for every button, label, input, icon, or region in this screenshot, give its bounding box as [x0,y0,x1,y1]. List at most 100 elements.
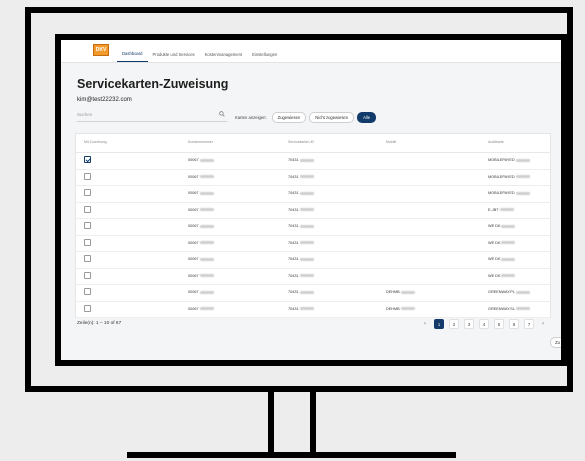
table-row[interactable]: 00067 70431 WE DK [76,218,550,236]
redacted-mask [299,241,314,244]
monitor-stand-base [127,452,456,458]
filter-assigned[interactable]: Zugewiesen [271,112,307,123]
service-card-id-cell: 70431 [288,257,314,261]
dkv-logo[interactable]: DKV [93,44,109,56]
col-assigned[interactable]: Mit Zuordnung [84,140,107,144]
table-row[interactable]: 00067 70431 MOBILEPAYED [76,185,550,203]
redacted-mask [515,191,530,195]
table-row[interactable]: 00067 70431 E-JBT [76,202,550,219]
table-row[interactable]: 00067 70431 MOBILEPAYED [76,152,550,170]
search-icon[interactable] [219,111,225,117]
pager-next-button[interactable]: › [539,320,547,328]
audit-card-cell: WE DK [488,257,516,261]
monitor-stand-neck [268,392,316,452]
col-mobil[interactable]: Mobilit [386,140,396,144]
service-card-id-cell: 70431 [288,224,314,228]
audit-card-cell: MOBILEPAYED [488,191,530,195]
redacted-mask [515,307,530,310]
pagination: ‹ 1 2 3 4 5 6 7 › [421,319,547,329]
service-card-id-cell-text: 70431 [288,306,299,311]
tab-dashboard[interactable]: Dashboard [117,51,148,62]
redacted-mask [515,175,530,178]
redacted-mask [299,307,314,310]
customer-number-cell-text: 00067 [188,273,199,278]
audit-card-cell-text: MOBILEPAYED [488,191,515,195]
audit-card-cell-text: GREENWAY.SL [488,306,515,311]
table-row[interactable]: 00067 70431 WE DK [76,268,550,285]
customer-number-cell-text: 00067 [188,306,199,311]
row-checkbox[interactable] [84,222,91,229]
redacted-mask [515,158,530,162]
search-input[interactable]: Suchen [77,112,92,117]
audit-card-cell-text: WE DK [488,273,501,278]
row-checkbox[interactable] [84,172,91,180]
search-field[interactable]: Suchen [77,111,227,122]
monitor-screen: DKV Dashboard Produkte und Services Kost… [55,34,567,366]
pager-page-5[interactable]: 5 [494,319,504,329]
row-checkbox[interactable] [84,255,91,262]
customer-number-cell: 00067 [188,241,214,245]
pager-page-6[interactable]: 6 [509,319,519,329]
pager-prev-button[interactable]: ‹ [421,320,429,328]
audit-card-cell: WE DK [488,241,516,245]
filter-all[interactable]: Alle [357,112,377,123]
col-customer-number[interactable]: Kundennummer [188,140,213,144]
service-card-id-cell-text: 70431 [288,273,299,278]
redacted-mask [499,208,514,211]
tab-cost-management[interactable]: Kostenmanagement [200,52,247,62]
corner-chip[interactable]: Zu [550,337,561,348]
customer-number-cell-text: 00067 [188,174,199,179]
mobil-cell-text: DEHMB [386,290,400,294]
service-card-id-cell-text: 70431 [288,158,299,162]
table-row[interactable]: 00067 70431 MOBILEPAYED [76,169,550,186]
redacted-mask [199,191,214,195]
service-card-id-cell: 70431 [288,208,314,212]
col-service-card-id[interactable]: Servicekarten-ID [288,140,314,144]
pager-page-7[interactable]: 7 [524,319,534,329]
row-checkbox[interactable] [84,205,91,213]
pager-page-2[interactable]: 2 [449,319,459,329]
customer-number-cell-text: 00067 [188,224,199,228]
mobil-cell-text: DEHMB [386,306,400,311]
audit-card-cell: GREENWAY.PL [488,290,530,294]
service-card-id-cell-text: 70431 [288,290,299,294]
audit-card-cell: WE DK [488,224,516,228]
redacted-mask [199,274,214,277]
pager-page-4[interactable]: 4 [479,319,489,329]
redacted-mask [400,307,415,310]
row-checkbox[interactable] [84,271,91,279]
service-card-id-cell: 70431 [288,274,314,278]
redacted-mask [199,290,214,294]
pager-page-3[interactable]: 3 [464,319,474,329]
row-checkbox[interactable] [84,238,91,246]
table-row[interactable]: 00067 70431 WE DK [76,235,550,252]
tab-settings[interactable]: Einstellungen [247,52,282,62]
customer-number-cell: 00067 [188,191,214,195]
row-checkbox[interactable] [84,304,91,312]
customer-number-cell: 00067 [188,175,214,179]
audit-card-cell-text: MOBILEPAYED [488,174,515,179]
audit-card-cell-text: GREENWAY.PL [488,290,515,294]
row-checkbox[interactable] [84,156,91,163]
pager-page-1[interactable]: 1 [434,319,444,329]
mobil-cell: DEHMB [386,290,415,294]
table-row[interactable]: 00067 70431 WE DK [76,251,550,269]
filter-unassigned[interactable]: Nicht zugewiesen [309,112,355,123]
row-checkbox[interactable] [84,189,91,196]
customer-number-cell: 00067 [188,290,214,294]
table-row[interactable]: 00067 70431 DEHMB GREENWAY.PL [76,284,550,302]
top-navigation: DKV Dashboard Produkte und Services Kost… [61,40,561,63]
service-card-id-cell-text: 70431 [288,191,299,195]
customer-number-cell-text: 00067 [188,191,199,195]
page-title: Servicekarten-Zuweisung [77,77,229,91]
service-card-id-cell: 70431 [288,290,314,294]
redacted-mask [501,257,516,261]
service-card-id-cell: 70431 [288,158,314,162]
customer-number-cell: 00067 [188,307,214,311]
row-checkbox[interactable] [84,288,91,295]
card-filter: Karten anzeigen: Zugewiesen Nicht zugewi… [235,112,377,123]
audit-card-cell: GREENWAY.SL [488,307,530,311]
col-audit-card[interactable]: Auditkarte [488,140,504,144]
redacted-mask [199,208,214,211]
tab-products-services[interactable]: Produkte und Services [148,52,200,62]
